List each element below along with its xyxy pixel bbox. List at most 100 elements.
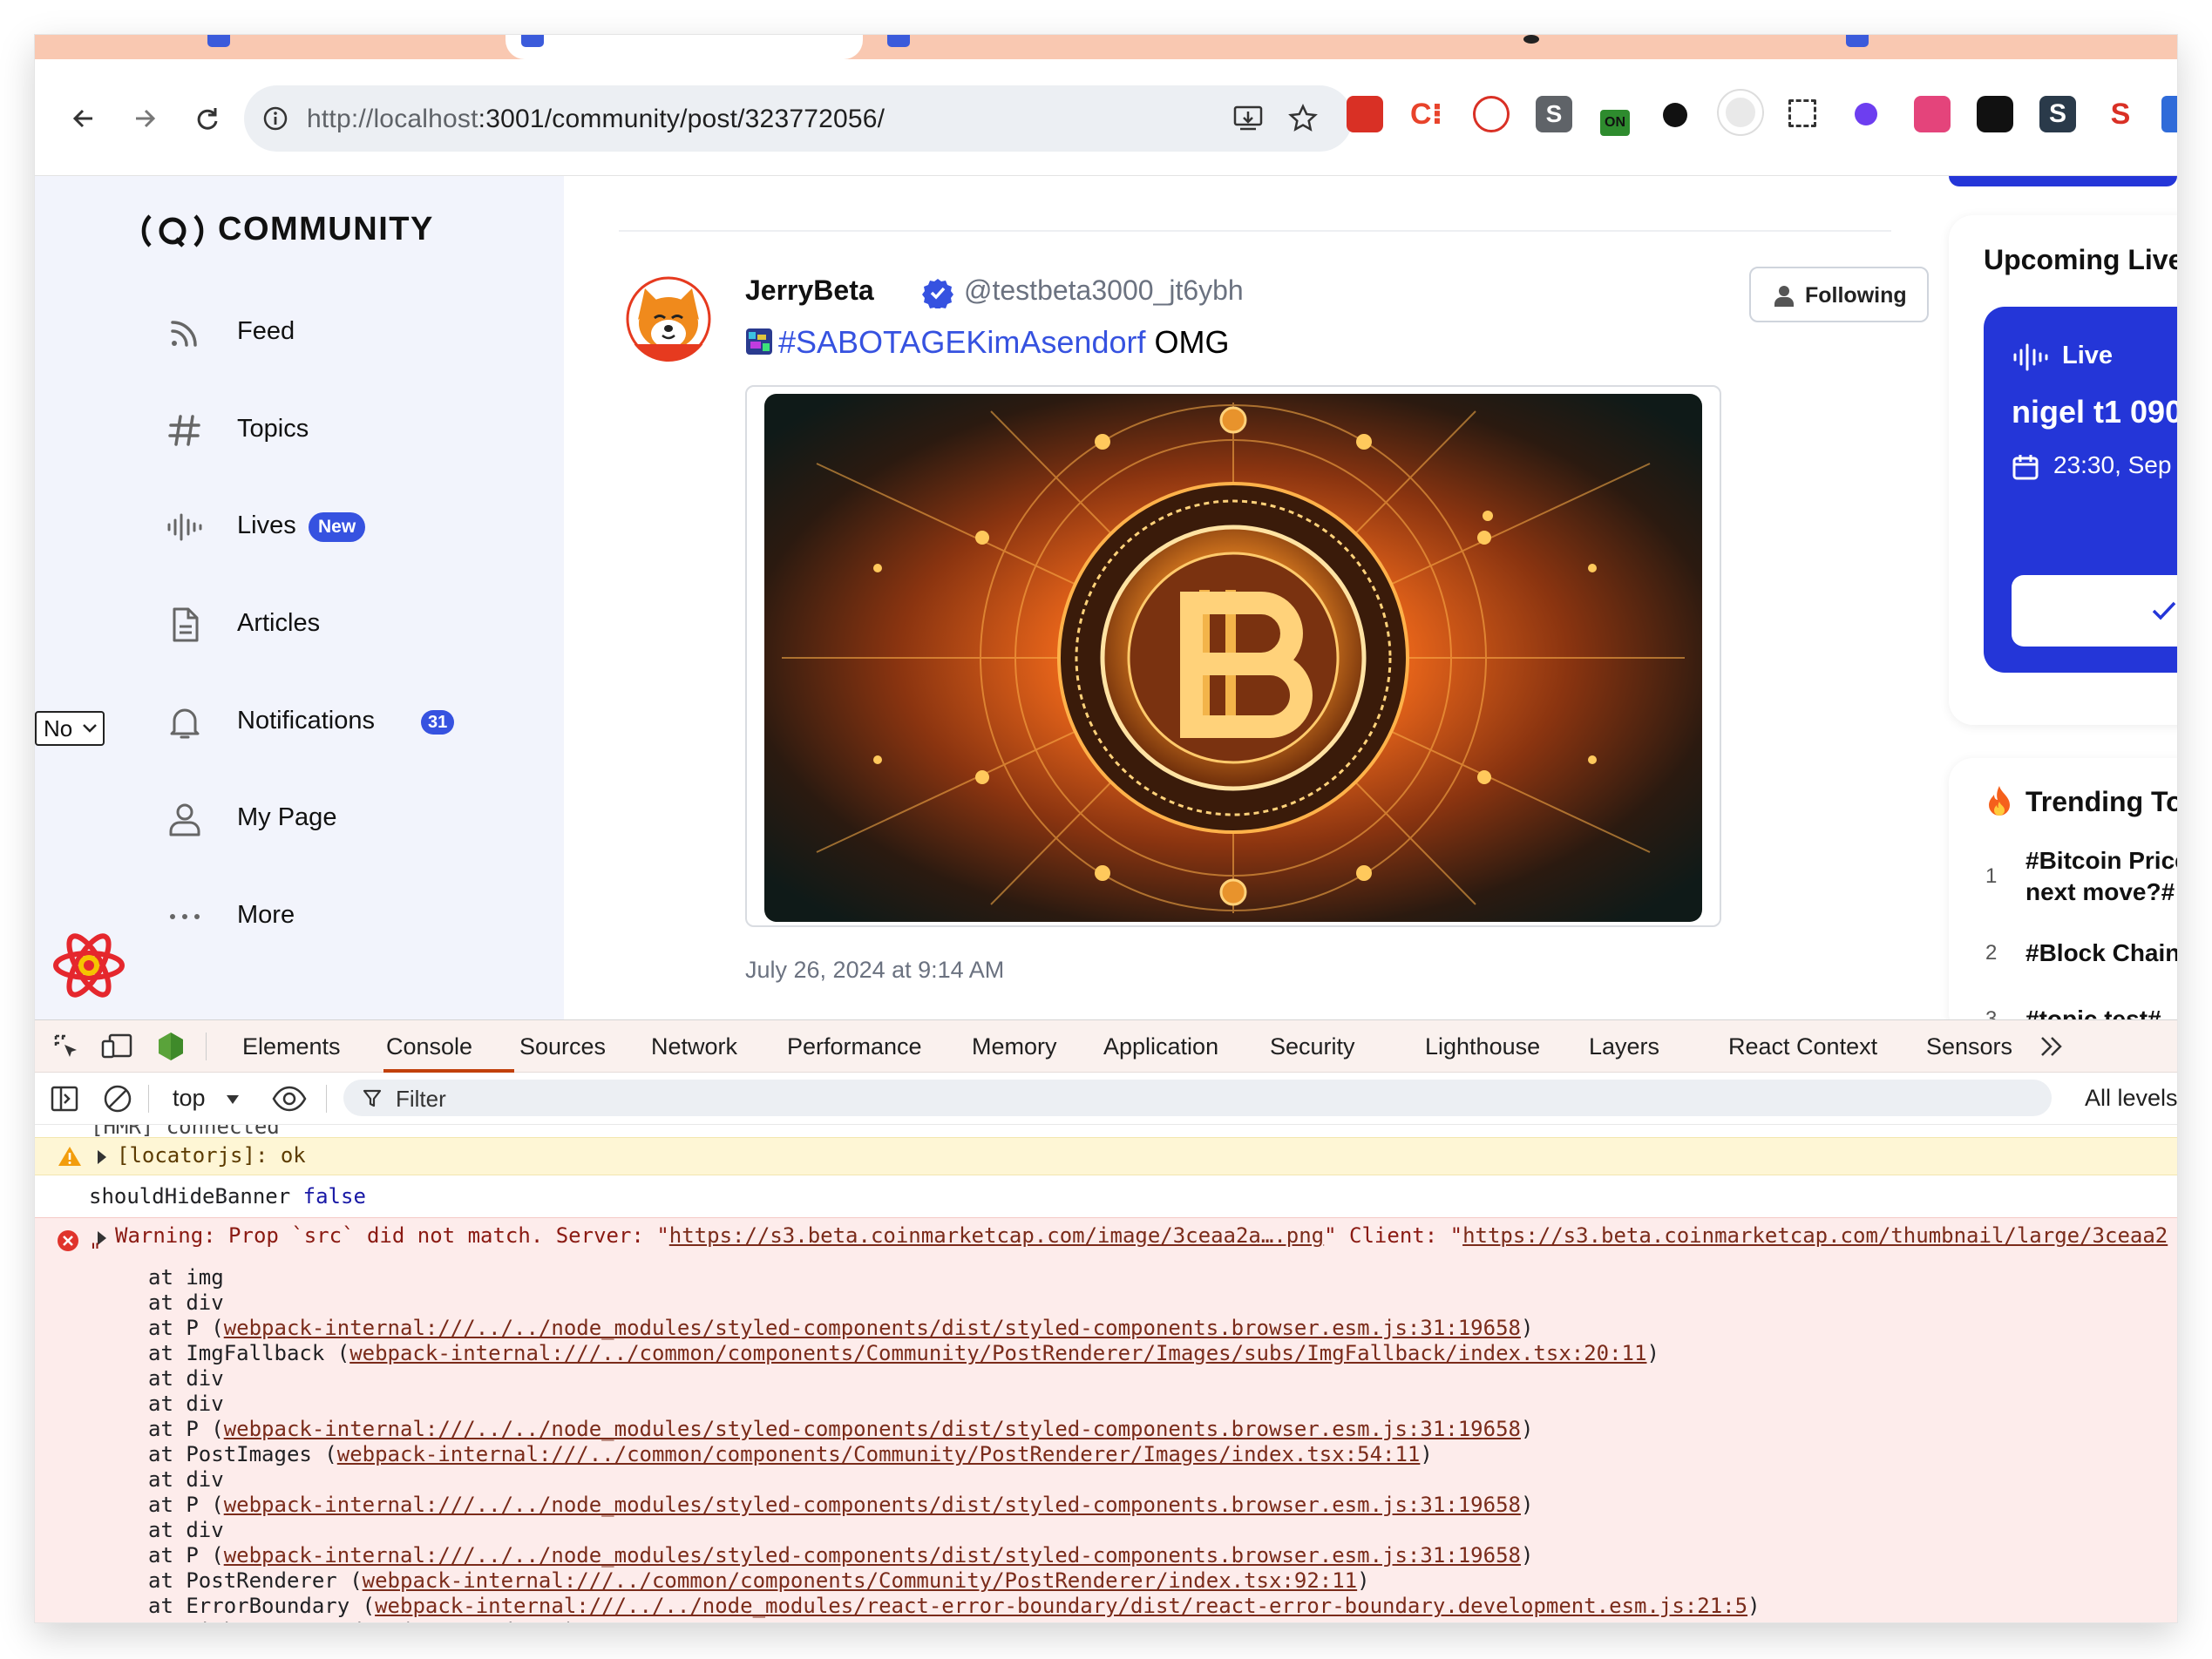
stack-frame-text: ): [1420, 1442, 1433, 1466]
stack-source-link[interactable]: webpack-internal:///../common/components…: [337, 1442, 1421, 1466]
extension-blue-icon[interactable]: [2161, 96, 2177, 132]
install-app-icon[interactable]: [1233, 105, 1263, 132]
stack-source-link[interactable]: webpack-internal:///../../node_modules/s…: [224, 1417, 1521, 1441]
language-select[interactable]: No: [35, 711, 105, 746]
author-handle[interactable]: @testbeta3000_jt6ybh: [964, 274, 1244, 307]
tab-sources[interactable]: Sources: [519, 1033, 606, 1060]
error-server-url-link[interactable]: https://s3.beta.coinmarketcap.com/image/…: [669, 1223, 1324, 1248]
extension-s2-icon[interactable]: S: [2039, 96, 2076, 132]
address-bar[interactable]: http://localhost:3001/community/post/323…: [244, 85, 1353, 152]
stack-frame-text: at P (: [148, 1493, 224, 1517]
extension-code-icon[interactable]: [1473, 96, 1510, 132]
inspect-element-icon[interactable]: [52, 1033, 80, 1060]
tab-elements[interactable]: Elements: [242, 1033, 341, 1060]
browser-tab-active[interactable]: [506, 35, 863, 59]
tab-security[interactable]: Security: [1270, 1033, 1355, 1060]
stack-source-link[interactable]: webpack-internal:///../../node_modules/s…: [224, 1543, 1521, 1568]
post-image[interactable]: [764, 394, 1702, 922]
console-error-row[interactable]: Warning: Prop `src` did not match. Serve…: [35, 1217, 2177, 1622]
sidebar-item-feed[interactable]: Feed: [166, 307, 532, 359]
post-image-frame[interactable]: [745, 385, 1721, 927]
sidebar-item-my-page[interactable]: My Page: [166, 793, 532, 845]
sidebar-item-topics[interactable]: Topics: [166, 404, 532, 457]
sidebar-item-articles[interactable]: Articles: [166, 599, 532, 651]
extension-dot-icon[interactable]: [1663, 103, 1687, 127]
live-reminder-button[interactable]: [2012, 575, 2177, 647]
stack-source-link[interactable]: webpack-internal:///../../node_modules/r…: [375, 1594, 1747, 1618]
sidebar-toggle-icon[interactable]: [51, 1085, 78, 1113]
back-button[interactable]: [61, 96, 106, 141]
post-hashtag-link[interactable]: #SABOTAGEKimAsendorf: [778, 324, 1146, 360]
error-client-url-link[interactable]: https://s3.beta.coinmarketcap.com/thumbn…: [1462, 1223, 2168, 1248]
site-info-icon[interactable]: [263, 106, 288, 131]
reload-button[interactable]: [185, 96, 230, 141]
extension-translate-icon[interactable]: [1914, 96, 1951, 132]
trending-item[interactable]: #Block Chain: [2025, 938, 2177, 969]
live-expression-eye-icon[interactable]: [272, 1085, 307, 1113]
url-text[interactable]: http://localhost:3001/community/post/323…: [307, 105, 885, 134]
browser-tab[interactable]: [1830, 35, 2144, 59]
expand-triangle-icon[interactable]: [96, 1149, 108, 1165]
following-label: Following: [1805, 283, 1907, 308]
stack-frame-text: at img: [148, 1265, 224, 1290]
stack-source-link[interactable]: webpack-internal:///../common/components…: [349, 1341, 1646, 1365]
tab-layers[interactable]: Layers: [1589, 1033, 1659, 1060]
trending-rank: 1: [1985, 864, 1998, 888]
more-tabs-chevron-icon[interactable]: [2039, 1036, 2064, 1057]
sidebar-item-notifications[interactable]: Notifications 31: [166, 696, 532, 748]
stack-trace-line: at ErrorBoundary (webpack-internal:///..…: [148, 1594, 1761, 1618]
tab-sensors[interactable]: Sensors: [1926, 1033, 2012, 1060]
node-hexagon-icon[interactable]: [155, 1031, 187, 1062]
tab-console[interactable]: Console: [386, 1033, 472, 1060]
following-button[interactable]: Following: [1749, 267, 1929, 322]
stack-frame-text: ): [1357, 1568, 1370, 1593]
tab-application[interactable]: Application: [1103, 1033, 1218, 1060]
bookmark-star-icon[interactable]: [1288, 104, 1318, 133]
extension-dark-icon[interactable]: [1977, 96, 2013, 132]
live-card[interactable]: Live nigel t1 090 23:30, Sep: [1984, 307, 2177, 673]
tab-lighthouse[interactable]: Lighthouse: [1425, 1033, 1540, 1060]
browser-tab[interactable]: [872, 35, 1185, 59]
tab-react-context[interactable]: React Context: [1728, 1033, 1877, 1060]
trending-item[interactable]: #Bitcoin Price next move?#: [2025, 845, 2177, 908]
console-warning-row[interactable]: [locatorjs]: ok: [35, 1137, 2177, 1175]
community-logo[interactable]: COMMUNITY: [138, 209, 432, 253]
device-toolbar-icon[interactable]: [101, 1033, 132, 1060]
console-log-row[interactable]: shouldHideBanner false: [35, 1175, 2177, 1217]
clear-console-icon[interactable]: [103, 1084, 132, 1114]
extension-s-icon[interactable]: S: [1536, 96, 1572, 132]
page-viewport: COMMUNITY Feed Topics Lives New Articles: [35, 176, 2177, 1019]
sidebar-item-more[interactable]: More: [166, 890, 532, 943]
context-selector[interactable]: top: [173, 1085, 240, 1112]
tab-memory[interactable]: Memory: [972, 1033, 1057, 1060]
extension-on-icon[interactable]: ON: [1600, 110, 1630, 136]
browser-tab[interactable]: [192, 35, 506, 59]
console-warning-text: [locatorjs]: ok: [117, 1143, 306, 1168]
author-name[interactable]: JerryBeta: [745, 274, 874, 307]
sidebar-item-label: More: [237, 901, 295, 929]
stack-source-link[interactable]: webpack-internal:///../../node_modules/s…: [224, 1493, 1521, 1517]
stack-source-link[interactable]: webpack-internal:///../common/components…: [363, 1568, 1358, 1593]
stack-source-link[interactable]: webpack-internal:///../../node_modules/s…: [224, 1316, 1521, 1340]
console-error-text: Warning: Prop `src` did not match. Serve…: [115, 1223, 2168, 1248]
forward-button[interactable]: [122, 96, 167, 141]
log-levels-dropdown[interactable]: All levels: [2085, 1085, 2177, 1112]
extension-purple-icon[interactable]: [1855, 103, 1877, 125]
extension-icon[interactable]: [1347, 96, 1383, 132]
tab-performance[interactable]: Performance: [787, 1033, 922, 1060]
extension-crop-icon[interactable]: [1788, 99, 1816, 127]
react-devtools-logo-icon[interactable]: [51, 931, 127, 1000]
console-filter-input[interactable]: Filter: [343, 1080, 2052, 1116]
extension-seo-icon[interactable]: S: [2102, 96, 2139, 132]
sidebar-item-lives[interactable]: Lives New: [166, 501, 532, 553]
trending-item[interactable]: #topic test#: [2025, 1004, 2161, 1019]
divider: [148, 1085, 149, 1113]
notification-count-badge: 31: [421, 710, 455, 735]
extension-c-icon[interactable]: C⁝: [1410, 96, 1447, 132]
extension-gray-icon[interactable]: [1719, 91, 1762, 134]
user-icon: [1774, 286, 1794, 307]
stack-frame-text: at P (: [148, 1316, 224, 1340]
browser-tab[interactable]: [1508, 35, 1822, 59]
avatar[interactable]: [626, 276, 711, 362]
tab-network[interactable]: Network: [651, 1033, 737, 1060]
